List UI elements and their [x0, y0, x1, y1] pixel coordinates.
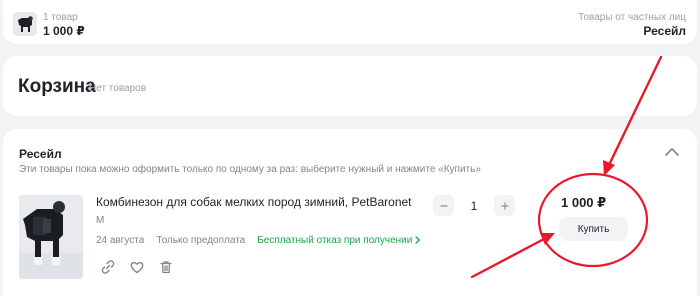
- quantity-value[interactable]: 1: [454, 199, 494, 213]
- page-title: Корзина: [18, 76, 96, 97]
- free-return-label: Бесплатный отказ при получении: [257, 235, 413, 246]
- resale-section: Ресейл Эти товары пока можно оформить то…: [3, 129, 697, 296]
- heart-icon[interactable]: [129, 259, 145, 275]
- summary-seller-note: Товары от частных лиц: [578, 12, 686, 23]
- increase-quantity-button[interactable]: [494, 195, 515, 216]
- resale-section-hint: Эти товары пока можно оформить только по…: [19, 164, 481, 175]
- buy-button[interactable]: Купить: [559, 217, 628, 241]
- free-return-link[interactable]: Бесплатный отказ при получении: [257, 235, 421, 246]
- trash-icon[interactable]: [158, 259, 174, 275]
- summary-item-thumbnail: [13, 12, 37, 36]
- summary-item-count: 1 товар: [43, 12, 78, 23]
- product-size: M: [96, 215, 105, 226]
- order-summary-bar: 1 товар 1 000 ₽ Товары от частных лиц Ре…: [3, 0, 697, 44]
- plus-icon: [500, 201, 509, 210]
- delivery-date: 24 августа: [96, 235, 145, 246]
- payment-condition: Только предоплата: [156, 235, 246, 246]
- product-image[interactable]: [19, 195, 83, 279]
- decrease-quantity-button[interactable]: [433, 195, 454, 216]
- summary-seller-type: Ресейл: [643, 24, 686, 38]
- chevron-up-icon[interactable]: [663, 145, 681, 159]
- cart-header-card: Корзина Нет товаров: [3, 56, 697, 116]
- chevron-right-icon: [415, 236, 421, 245]
- summary-total-price: 1 000 ₽: [43, 24, 85, 38]
- product-title-link[interactable]: Комбинезон для собак мелких пород зимний…: [96, 195, 412, 209]
- product-delivery-meta: 24 августа Только предоплата Бесплатный …: [96, 235, 421, 246]
- product-price: 1 000 ₽: [561, 195, 607, 210]
- link-icon[interactable]: [100, 259, 116, 275]
- cart-empty-label: Нет товаров: [89, 83, 147, 94]
- resale-section-title: Ресейл: [19, 147, 62, 161]
- minus-icon: [439, 204, 448, 207]
- product-actions: [100, 259, 174, 275]
- quantity-stepper: 1: [433, 195, 515, 216]
